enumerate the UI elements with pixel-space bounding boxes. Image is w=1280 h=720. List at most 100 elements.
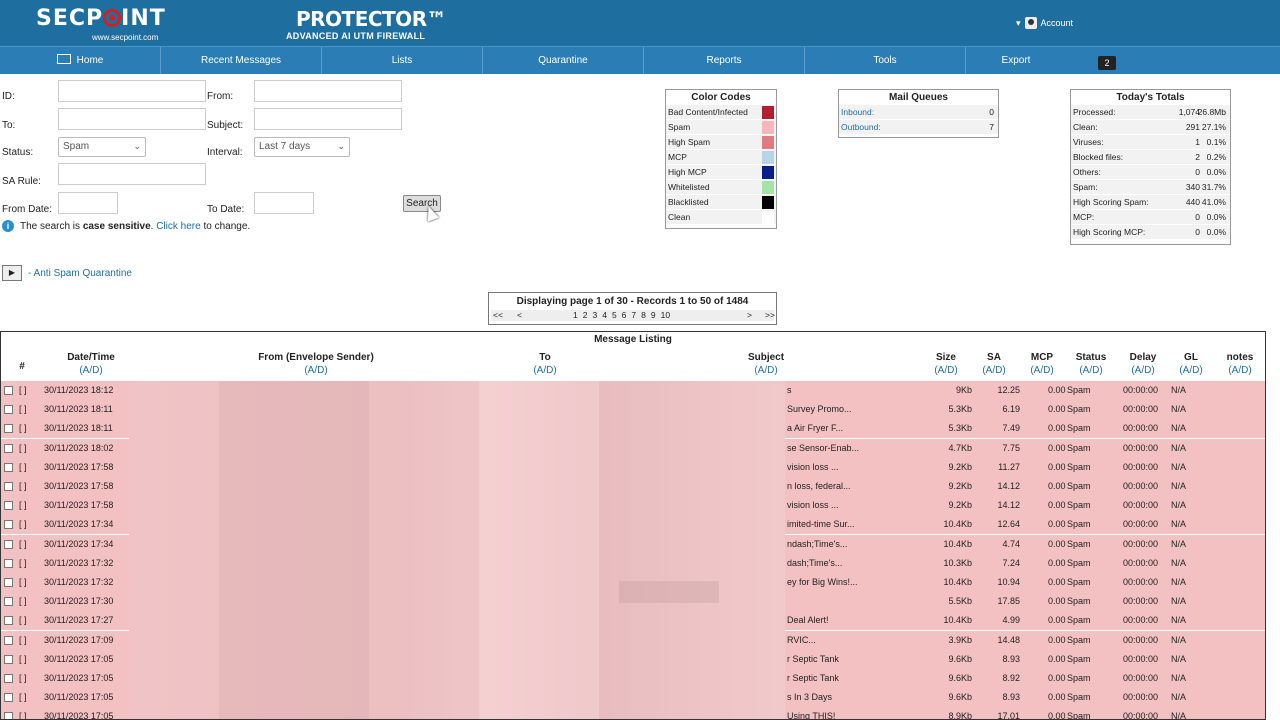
subject-input[interactable] — [254, 108, 402, 130]
row-date[interactable]: 30/11/2023 17:30 — [44, 592, 113, 611]
to-input[interactable] — [58, 108, 206, 130]
row-date[interactable]: 30/11/2023 18:02 — [44, 439, 113, 458]
row-checkbox[interactable] — [4, 462, 13, 472]
row-checkbox[interactable] — [4, 405, 13, 415]
row-date[interactable]: 30/11/2023 18:11 — [44, 419, 113, 438]
row-subject[interactable]: r Septic Tank — [787, 650, 839, 669]
anti-spam-quarantine-link[interactable]: - Anti Spam Quarantine — [28, 268, 132, 279]
row-subject[interactable]: Survey Promo... — [787, 400, 852, 419]
row-subject[interactable]: s — [787, 381, 792, 400]
page-number-link[interactable]: 10 — [661, 310, 670, 320]
column-header[interactable]: MCP (A/D) — [1025, 351, 1059, 377]
row-subject[interactable]: ey for Big Wins!... — [787, 573, 858, 592]
row-checkbox[interactable] — [4, 482, 13, 491]
notification-badge[interactable]: 2 — [1098, 56, 1116, 70]
row-date[interactable]: 30/11/2023 18:11 — [44, 400, 113, 419]
sort-link[interactable]: (A/D) — [754, 365, 777, 376]
column-header[interactable]: Subject (A/D) — [741, 351, 791, 377]
row-checkbox[interactable] — [4, 501, 13, 511]
row-checkbox[interactable] — [4, 578, 13, 587]
row-date[interactable]: 30/11/2023 17:58 — [44, 458, 113, 477]
sort-link[interactable]: (A/D) — [304, 365, 327, 376]
page-number-link[interactable]: 9 — [651, 310, 656, 320]
from-input[interactable] — [254, 80, 402, 102]
column-header[interactable]: Date/Time (A/D) — [51, 351, 131, 377]
row-date[interactable]: 30/11/2023 18:12 — [44, 381, 113, 400]
row-checkbox[interactable] — [4, 635, 13, 645]
row-subject[interactable]: n loss, federal... — [787, 477, 851, 496]
page-number-link[interactable]: 7 — [631, 310, 636, 320]
secpoint-logo[interactable]: SECP INT — [36, 6, 166, 31]
row-subject[interactable]: ndash;Time's... — [787, 535, 847, 554]
page-number-link[interactable]: 1 — [573, 310, 578, 320]
column-header[interactable]: # — [15, 360, 29, 373]
row-checkbox[interactable] — [4, 443, 13, 453]
row-checkbox[interactable] — [4, 674, 13, 683]
row-date[interactable]: 30/11/2023 17:27 — [44, 611, 113, 630]
row-date[interactable]: 30/11/2023 17:32 — [44, 573, 113, 592]
row-checkbox[interactable] — [4, 520, 13, 530]
row-subject[interactable]: RVIC... — [787, 631, 816, 650]
column-header[interactable]: Status (A/D) — [1071, 351, 1111, 377]
row-date[interactable]: 30/11/2023 17:05 — [44, 688, 113, 707]
row-subject[interactable]: Deal Alert! — [787, 611, 829, 630]
row-subject[interactable]: vision loss ... — [787, 458, 839, 477]
sort-link[interactable]: (A/D) — [1131, 365, 1154, 376]
nav-recent-messages[interactable]: Recent Messages — [161, 47, 322, 74]
row-subject[interactable]: Using THIS! — [787, 707, 835, 719]
sort-link[interactable]: (A/D) — [982, 365, 1005, 376]
sort-link[interactable]: (A/D) — [1030, 365, 1053, 376]
sort-link[interactable]: (A/D) — [934, 365, 957, 376]
row-date[interactable]: 30/11/2023 17:09 — [44, 631, 113, 650]
next-page-link[interactable]: > — [747, 310, 752, 320]
page-number-link[interactable]: 3 — [592, 310, 597, 320]
sort-link[interactable]: (A/D) — [1228, 365, 1251, 376]
row-subject[interactable]: vision loss ... — [787, 496, 839, 515]
column-header[interactable]: SA (A/D) — [977, 351, 1011, 377]
row-subject[interactable]: se Sensor-Enab... — [787, 439, 859, 458]
row-checkbox[interactable] — [4, 654, 13, 664]
page-number-link[interactable]: 5 — [612, 310, 617, 320]
sort-link[interactable]: (A/D) — [533, 365, 556, 376]
row-date[interactable]: 30/11/2023 17:34 — [44, 515, 113, 534]
row-date[interactable]: 30/11/2023 17:58 — [44, 477, 113, 496]
nav-lists[interactable]: Lists — [322, 47, 483, 74]
change-case-link[interactable]: Click here — [156, 221, 200, 232]
row-date[interactable]: 30/11/2023 17:05 — [44, 669, 113, 688]
row-date[interactable]: 30/11/2023 17:05 — [44, 650, 113, 669]
row-checkbox[interactable] — [4, 693, 13, 703]
id-input[interactable] — [58, 80, 206, 102]
sort-link[interactable]: (A/D) — [1079, 365, 1102, 376]
row-subject[interactable]: dash;Time's... — [787, 554, 842, 573]
column-header[interactable]: Delay (A/D) — [1123, 351, 1163, 377]
row-checkbox[interactable] — [4, 616, 13, 626]
row-date[interactable]: 30/11/2023 17:32 — [44, 554, 113, 573]
page-number-link[interactable]: 6 — [622, 310, 627, 320]
row-checkbox[interactable] — [4, 424, 13, 434]
mail-queue-link[interactable]: Outbound: — [841, 122, 881, 132]
play-icon[interactable]: ▶ — [2, 265, 22, 281]
nav-reports[interactable]: Reports — [644, 47, 805, 74]
row-checkbox[interactable] — [4, 386, 13, 395]
row-date[interactable]: 30/11/2023 17:34 — [44, 535, 113, 554]
row-subject[interactable]: imited-time Sur... — [787, 515, 855, 534]
sort-link[interactable]: (A/D) — [79, 365, 102, 376]
first-page-link[interactable]: << — [493, 310, 503, 320]
row-date[interactable]: 30/11/2023 17:05 — [44, 707, 113, 719]
nav-quarantine[interactable]: Quarantine — [483, 47, 644, 74]
column-header[interactable]: To (A/D) — [519, 351, 571, 377]
nav-export[interactable]: Export — [966, 47, 1066, 74]
row-subject[interactable]: a Air Fryer F... — [787, 419, 843, 438]
nav-tools[interactable]: Tools — [805, 47, 966, 74]
column-header[interactable]: GL (A/D) — [1173, 351, 1209, 377]
prev-page-link[interactable]: < — [517, 310, 522, 320]
row-checkbox[interactable] — [4, 597, 13, 607]
column-header[interactable]: Size (A/D) — [929, 351, 963, 377]
status-select[interactable]: Spam ⌄ — [58, 137, 146, 157]
last-page-link[interactable]: >> — [765, 310, 775, 320]
row-checkbox[interactable] — [4, 712, 13, 719]
from-date-input[interactable] — [58, 192, 118, 214]
row-subject[interactable]: s In 3 Days — [787, 688, 832, 707]
page-number-link[interactable]: 2 — [583, 310, 588, 320]
row-checkbox[interactable] — [4, 558, 13, 568]
